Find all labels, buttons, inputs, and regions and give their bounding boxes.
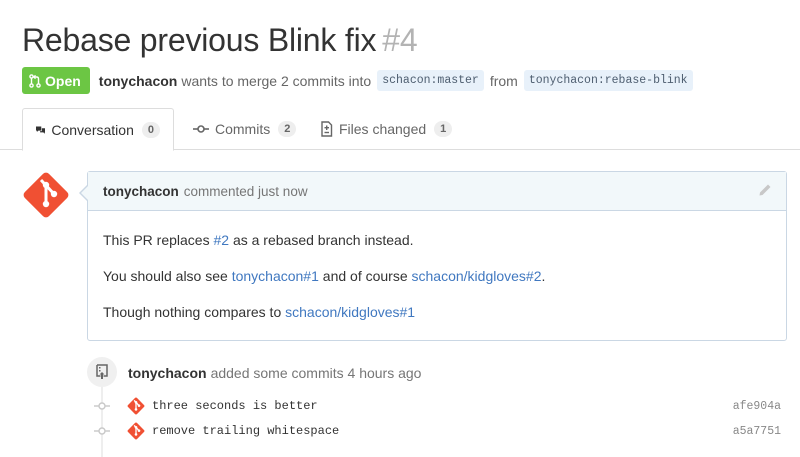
comment-body: This PR replaces #2 as a rebased branch …	[88, 211, 786, 321]
pr-author-link[interactable]: tonychacon	[99, 73, 178, 89]
pr-tabs: Conversation 0 Commits 2 Files changed 1	[0, 108, 800, 151]
pr-meta: Open tonychacon wants to merge 2 commits…	[22, 67, 699, 94]
tab-commits-count: 2	[278, 121, 297, 137]
merge-text: wants to merge 2 commits into	[181, 72, 372, 89]
commit-row: three seconds is better afe904a	[94, 396, 794, 416]
tab-files-label: Files changed	[339, 121, 427, 137]
text: Though nothing compares to	[103, 304, 286, 320]
pr-title: Rebase previous Blink fix #4	[22, 22, 418, 59]
tab-commits[interactable]: Commits 2	[180, 108, 309, 150]
head-branch: tonychacon:rebase-blink	[523, 70, 693, 91]
event-text: tonychacon added some commits 4 hours ago	[128, 365, 421, 381]
commit-message-link[interactable]: three seconds is better	[152, 399, 318, 413]
event-badge	[87, 357, 117, 387]
pr-number: #4	[382, 22, 418, 58]
commit-row: remove trailing whitespace a5a7751	[94, 421, 794, 441]
tab-commits-label: Commits	[215, 121, 271, 137]
commit-sha-link[interactable]: a5a7751	[733, 425, 781, 438]
git-commit-icon	[94, 401, 110, 411]
tab-files-changed[interactable]: Files changed 1	[307, 108, 465, 150]
comment-discussion-icon	[36, 125, 46, 134]
tab-conversation-label: Conversation	[51, 121, 134, 138]
git-commit-icon	[193, 125, 209, 133]
comment-line: You should also see tonychacon#1 and of …	[103, 267, 771, 285]
comment-author-link[interactable]: tonychacon	[103, 184, 179, 199]
text: as a rebased branch instead.	[229, 232, 414, 248]
text: and of course	[318, 268, 412, 284]
issue-link[interactable]: schacon/kidgloves#2	[412, 268, 542, 284]
tab-conversation[interactable]: Conversation 0	[22, 108, 174, 151]
state-badge: Open	[22, 67, 90, 94]
text: You should also see	[103, 268, 232, 284]
event-author-link[interactable]: tonychacon	[128, 365, 207, 381]
from-text: from	[489, 72, 518, 89]
comment-box: tonychacon commented just now This PR re…	[79, 171, 787, 341]
repo-push-icon	[96, 364, 108, 379]
state-label: Open	[45, 72, 81, 89]
git-pull-request-icon	[29, 73, 41, 88]
commit-avatar[interactable]	[127, 397, 145, 415]
tab-conversation-count: 0	[141, 121, 160, 138]
text: This PR replaces	[103, 232, 214, 248]
text: .	[541, 268, 546, 284]
pr-title-text: Rebase previous Blink fix	[22, 22, 377, 58]
tab-files-count: 1	[434, 121, 453, 137]
git-commit-icon	[94, 426, 110, 436]
commit-message-link[interactable]: remove trailing whitespace	[152, 424, 339, 438]
comment-line: This PR replaces #2 as a rebased branch …	[103, 231, 771, 249]
commit-sha-link[interactable]: afe904a	[733, 400, 781, 413]
diff-icon	[321, 121, 333, 137]
issue-link[interactable]: tonychacon#1	[232, 268, 319, 284]
avatar[interactable]	[22, 171, 70, 219]
comment-line: Though nothing compares to schacon/kidgl…	[103, 303, 771, 321]
comment-caret-inner	[81, 185, 89, 201]
comment-timestamp: commented just now	[183, 183, 308, 199]
pencil-icon[interactable]	[758, 183, 772, 197]
event-description: added some commits 4 hours ago	[210, 365, 422, 381]
issue-link[interactable]: schacon/kidgloves#1	[285, 304, 415, 320]
base-branch: schacon:master	[377, 70, 484, 91]
comment-header: tonychacon commented just now	[88, 172, 786, 211]
issue-link[interactable]: #2	[213, 232, 229, 248]
commit-avatar[interactable]	[127, 422, 145, 440]
